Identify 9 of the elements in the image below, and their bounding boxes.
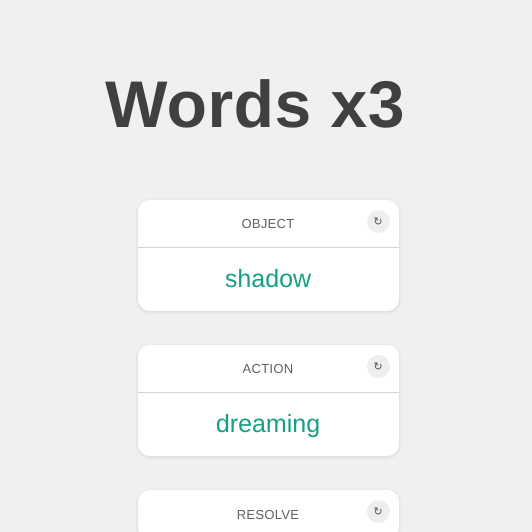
category-label: ACTION: [242, 361, 294, 376]
refresh-button[interactable]: ↻: [366, 500, 390, 523]
refresh-button[interactable]: ↻: [366, 210, 390, 233]
word-text: shadow: [224, 265, 312, 294]
refresh-button[interactable]: ↻: [366, 355, 390, 378]
category-label: OBJECT: [241, 216, 295, 231]
word-text: dreaming: [216, 410, 320, 439]
category-label: RESOLVE: [236, 506, 300, 522]
page-title: Words x3: [105, 66, 405, 142]
